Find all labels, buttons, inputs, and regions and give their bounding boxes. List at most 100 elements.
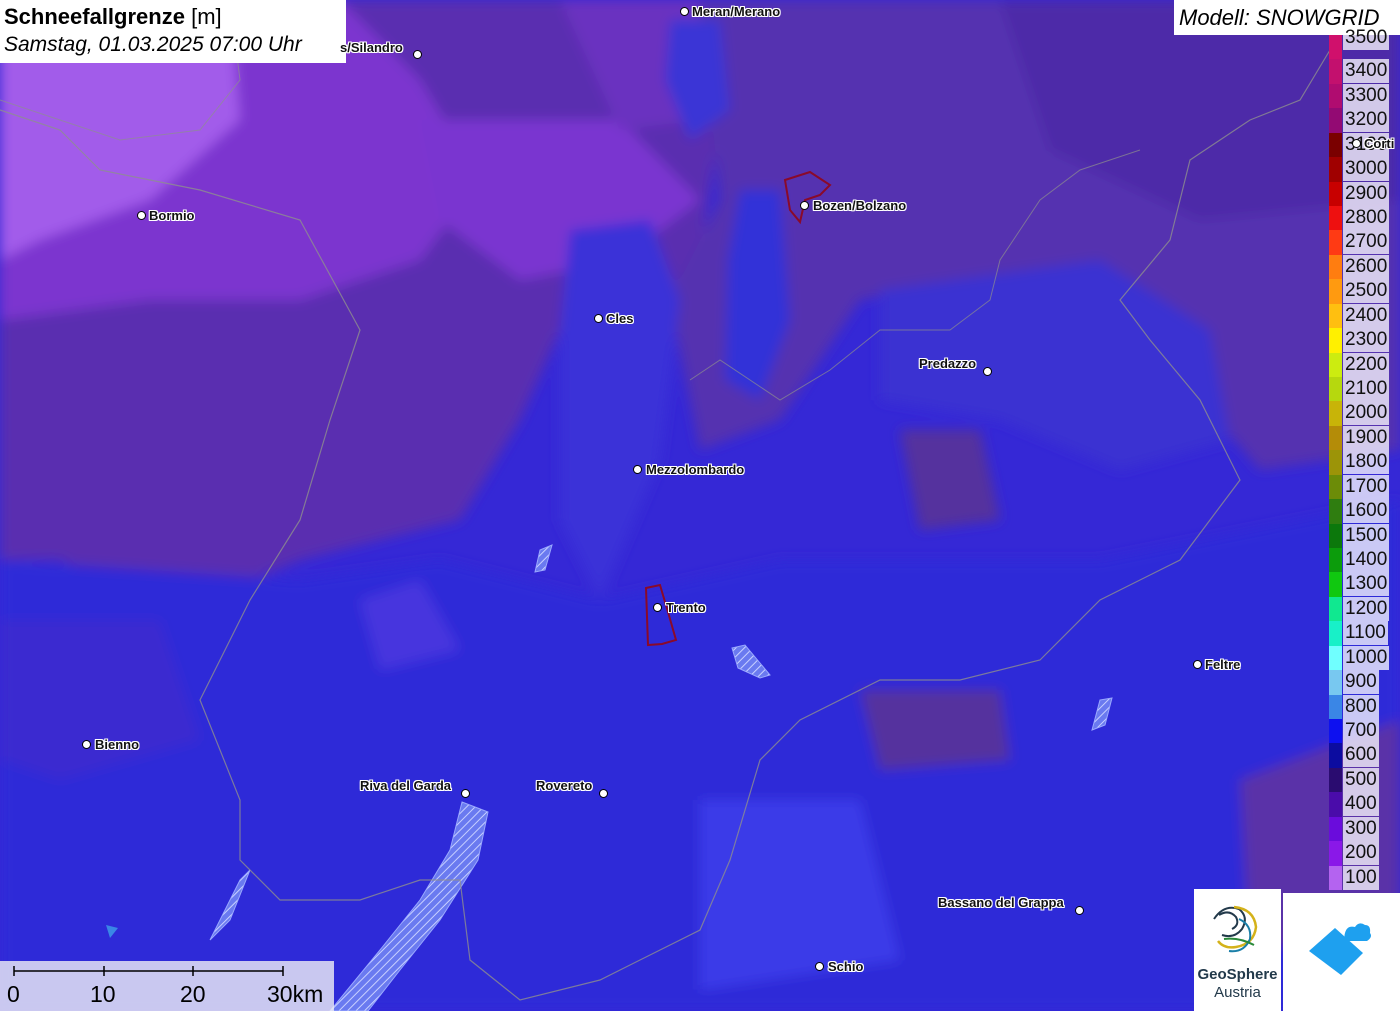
- title-box: Schneefallgrenze [m] Samstag, 01.03.2025…: [0, 0, 346, 63]
- scale-label-30km: 30km: [267, 981, 324, 1007]
- legend-row: 1300: [1329, 572, 1400, 597]
- legend-label: 3300: [1343, 83, 1390, 108]
- title-unit: [m]: [191, 4, 222, 29]
- geosphere-emblem-icon: [1213, 905, 1258, 953]
- legend-label: 2600: [1343, 254, 1390, 279]
- legend-row: 200: [1329, 841, 1400, 866]
- city-dot: [1075, 906, 1084, 915]
- geosphere-logo[interactable]: GeoSphere Austria: [1194, 889, 1281, 1011]
- legend-row: 2000: [1329, 401, 1400, 426]
- city-label-feltre[interactable]: Feltre: [1205, 657, 1240, 672]
- legend-row: 1100: [1329, 621, 1400, 646]
- legend-row: 2400: [1329, 303, 1400, 329]
- legend-swatch: [1329, 377, 1342, 402]
- city-dot: [599, 789, 608, 798]
- legend-label: 3500: [1343, 26, 1390, 50]
- legend-swatch: [1329, 474, 1342, 500]
- legend-label: 2300: [1343, 328, 1390, 353]
- city-dot: [82, 740, 91, 749]
- legend-row: 1700: [1329, 474, 1400, 500]
- legend-swatch: [1329, 59, 1342, 84]
- city-label-mezzolombardo[interactable]: Mezzolombardo: [646, 462, 744, 477]
- city-label-trento[interactable]: Trento: [666, 600, 706, 615]
- legend-swatch: [1329, 254, 1342, 280]
- legend-label: 1500: [1343, 523, 1390, 548]
- legend-row: 3300: [1329, 83, 1400, 109]
- city-dot: [1193, 660, 1202, 669]
- legend-swatch: [1329, 401, 1342, 426]
- legend-swatch: [1329, 279, 1342, 304]
- legend-label: 2100: [1343, 377, 1390, 401]
- legend-swatch: [1329, 83, 1342, 109]
- legend-label: 2400: [1343, 303, 1390, 328]
- legend-label: 1900: [1343, 425, 1390, 450]
- city-dot: [1352, 139, 1361, 148]
- legend-swatch: [1329, 596, 1342, 622]
- color-legend: 3500 3400 3300 3200 3100 3000 2900 2800 2700 2600…: [1329, 26, 1400, 890]
- legend-label: 1100: [1343, 621, 1388, 646]
- legend-label: 300: [1343, 816, 1379, 841]
- legend-row: 2800: [1329, 206, 1400, 231]
- legend-label: 3000: [1343, 157, 1390, 182]
- austria-text: Austria: [1214, 984, 1261, 1001]
- legend-swatch: [1329, 230, 1342, 255]
- city-dot: [413, 50, 422, 59]
- city-dot: [800, 201, 809, 210]
- city-dot: [815, 962, 824, 971]
- legend-swatch: [1329, 206, 1342, 231]
- legend-row: 900: [1329, 670, 1400, 695]
- city-label-schio[interactable]: Schio: [828, 959, 863, 974]
- city-label-predazzo[interactable]: Predazzo: [919, 356, 976, 371]
- city-label-rovereto[interactable]: Rovereto: [536, 778, 592, 793]
- legend-label: 1200: [1343, 596, 1390, 621]
- legend-swatch: [1329, 499, 1342, 524]
- legend-label: 2200: [1343, 352, 1390, 377]
- legend-row: 3000: [1329, 157, 1400, 182]
- legend-row: 800: [1329, 694, 1400, 719]
- legend-swatch: [1329, 548, 1342, 573]
- legend-row: 1200: [1329, 596, 1400, 622]
- scale-bar: 0 10 20 30km: [0, 961, 334, 1011]
- app-logo[interactable]: [1283, 893, 1400, 1011]
- legend-row: 500: [1329, 767, 1400, 793]
- city-dot: [680, 7, 689, 16]
- city-dot: [461, 789, 470, 798]
- city-label-bormio[interactable]: Bormio: [149, 208, 195, 223]
- city-label-cortina[interactable]: Corti: [1364, 136, 1394, 151]
- legend-label: 900: [1343, 670, 1379, 695]
- legend-label: 400: [1343, 792, 1379, 817]
- legend-label: 100: [1343, 865, 1379, 890]
- legend-row: 2600: [1329, 254, 1400, 280]
- legend-row: 1500: [1329, 523, 1400, 548]
- legend-label: 1600: [1343, 499, 1390, 524]
- legend-label: 500: [1343, 767, 1379, 792]
- legend-row: 2900: [1329, 181, 1400, 206]
- legend-swatch: [1329, 132, 1342, 158]
- city-label-bolzano[interactable]: Bozen/Bolzano: [813, 198, 906, 213]
- legend-label: 2900: [1343, 181, 1390, 206]
- city-label-bienno[interactable]: Bienno: [95, 737, 139, 752]
- legend-row: 300: [1329, 816, 1400, 842]
- legend-row: 2200: [1329, 352, 1400, 377]
- legend-row: 1800: [1329, 450, 1400, 475]
- legend-row: 2500: [1329, 279, 1400, 304]
- legend-label: 700: [1343, 719, 1379, 743]
- snowfall-limit-map[interactable]: [0, 0, 1400, 1011]
- city-label-bassano[interactable]: Bassano del Grappa: [938, 895, 1064, 910]
- legend-swatch: [1329, 523, 1342, 548]
- city-label-meran[interactable]: Meran/Merano: [692, 4, 780, 19]
- scale-label-20: 20: [180, 981, 206, 1007]
- mountain-cloud-icon: [1309, 923, 1371, 975]
- legend-row: 1400: [1329, 548, 1400, 573]
- legend-swatch: [1329, 35, 1342, 60]
- legend-label: 1300: [1343, 572, 1390, 597]
- legend-label: 2700: [1343, 230, 1390, 255]
- city-label-riva-del-garda[interactable]: Riva del Garda: [360, 778, 451, 793]
- scale-label-10: 10: [90, 981, 116, 1007]
- city-label-cles[interactable]: Cles: [606, 311, 633, 326]
- legend-swatch: [1329, 816, 1342, 842]
- legend-label: 1700: [1343, 474, 1390, 499]
- legend-row: 600: [1329, 743, 1400, 768]
- city-label-silandro[interactable]: s/Silandro: [340, 40, 403, 55]
- legend-row: 3500: [1329, 26, 1400, 60]
